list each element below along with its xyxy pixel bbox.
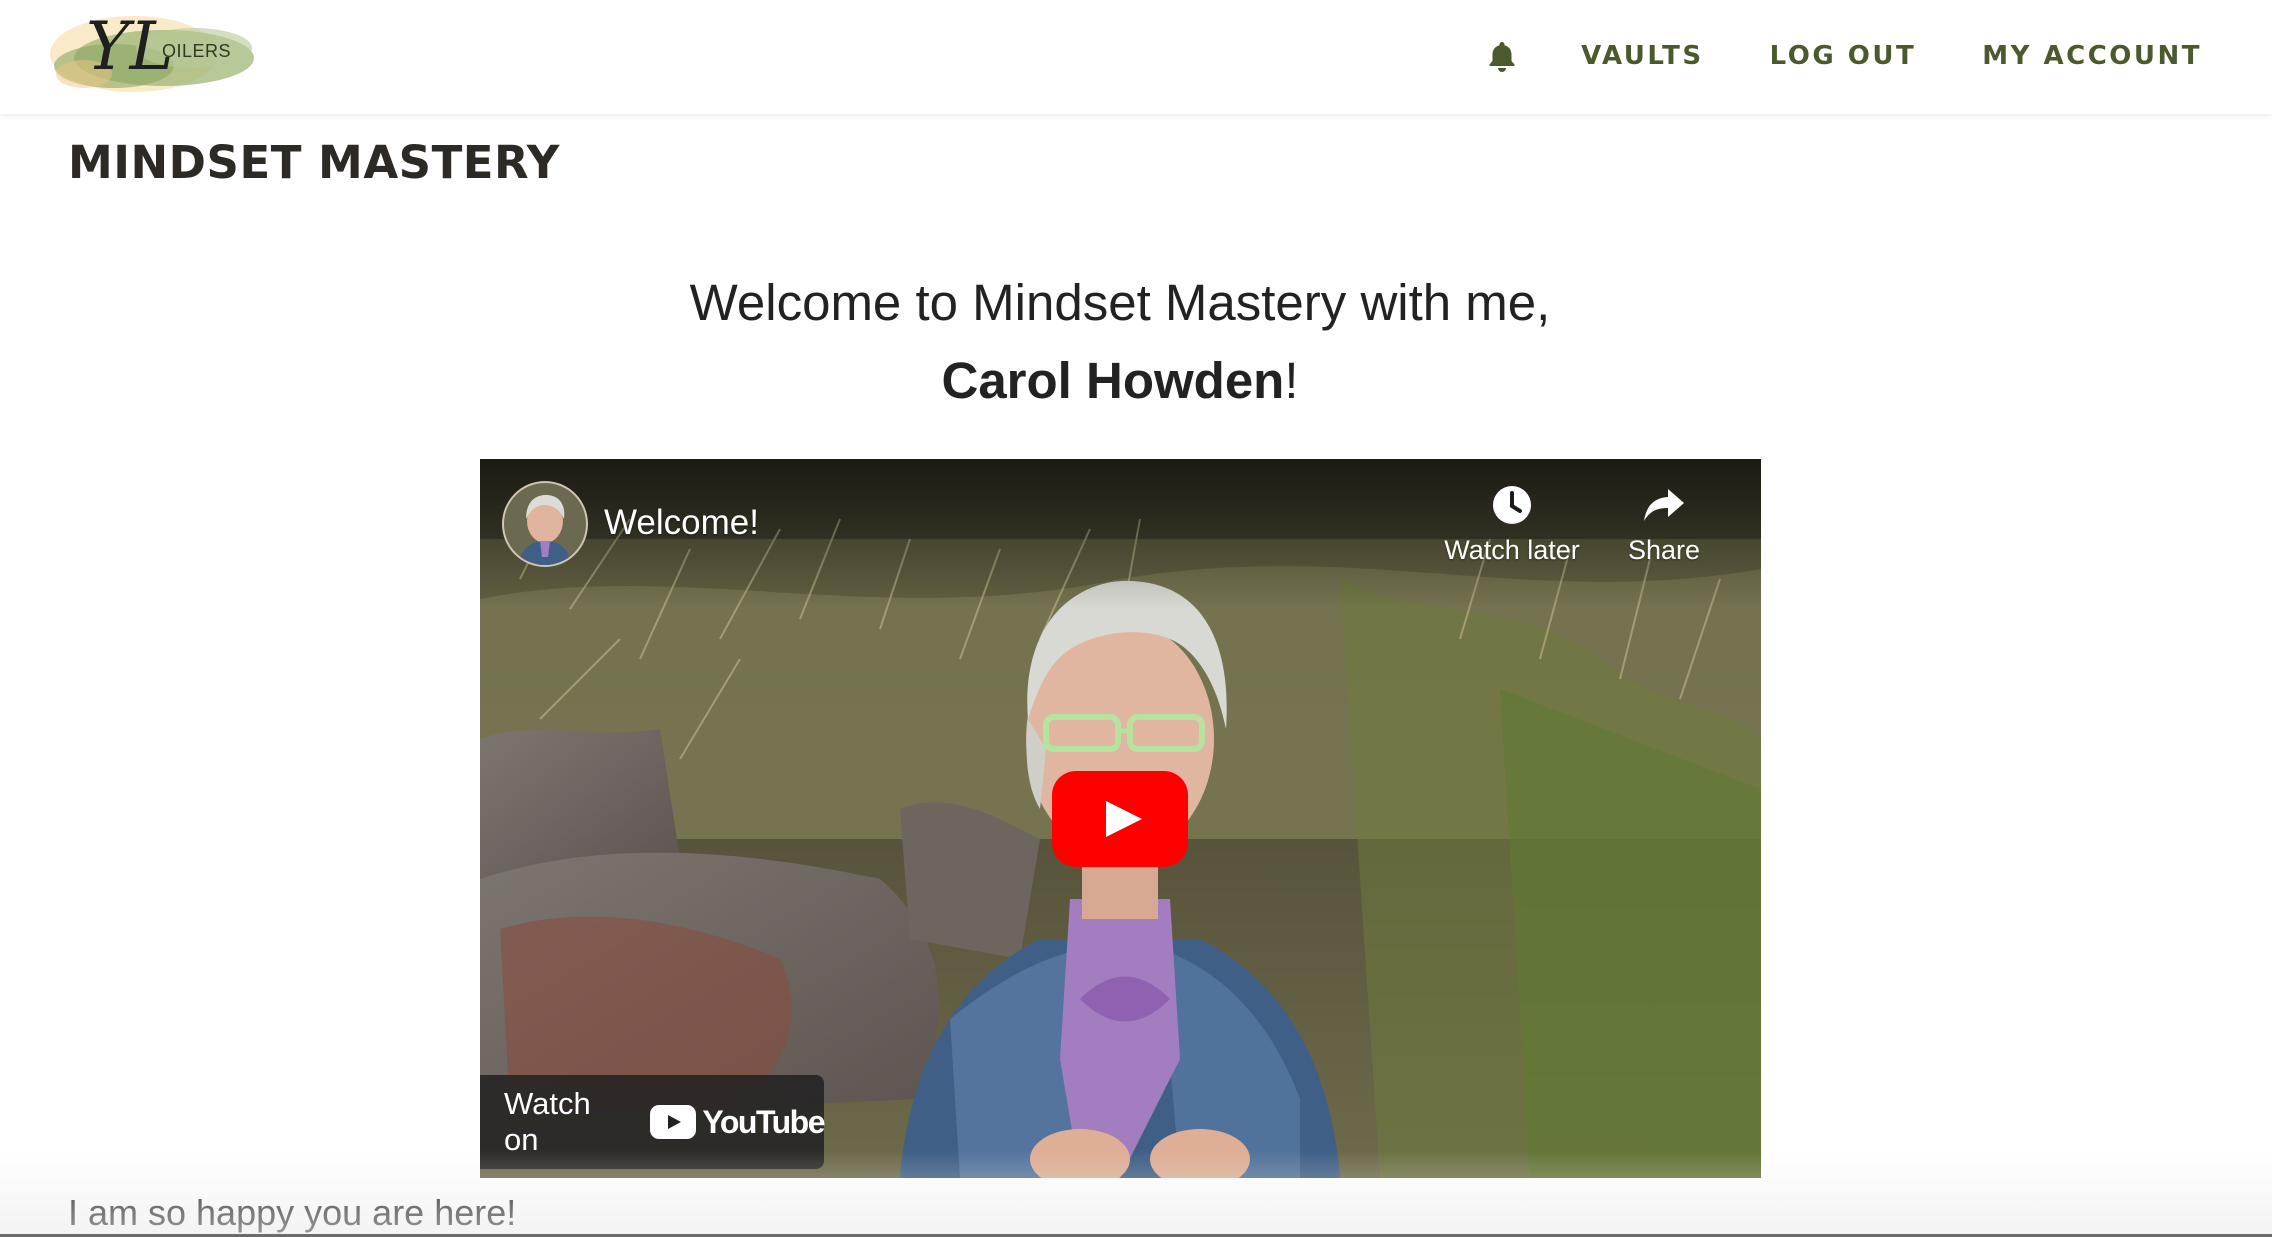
site-logo[interactable]: YL OILERS [44,4,262,108]
welcome-heading: Welcome to Mindset Mastery with me, Caro… [0,264,2240,420]
share-icon [1644,489,1684,521]
nav-vaults[interactable]: VAULTS [1581,41,1704,71]
watch-on-label: Watch on [504,1086,591,1157]
logo-script-text: YL [86,8,174,85]
main-nav: VAULTS LOG OUT MY ACCOUNT [1487,36,2202,76]
watch-later-button[interactable]: Watch later [1432,485,1592,566]
bell-icon[interactable] [1487,40,1517,72]
youtube-logo: YouTube [650,1103,825,1141]
play-button-icon[interactable] [1052,771,1188,867]
share-label: Share [1627,535,1701,565]
intro-paragraph: I am so happy you are here! [68,1192,517,1233]
logo-text: OILERS [162,41,232,61]
author-name: Carol Howden [941,352,1285,409]
channel-avatar[interactable] [502,481,588,567]
nav-my-account[interactable]: MY ACCOUNT [1982,41,2202,71]
video-title[interactable]: Welcome! [604,503,759,543]
youtube-play-icon [650,1105,697,1139]
welcome-suffix: ! [1284,352,1299,409]
welcome-line-2: Carol Howden! [0,342,2240,420]
clock-icon [1493,486,1531,524]
page-title: MINDSET MASTERY [68,136,560,189]
site-header: YL OILERS VAULTS LOG OUT MY ACCOUNT [0,0,2272,114]
youtube-wordmark: YouTube [702,1103,825,1140]
share-button[interactable]: Share [1606,485,1722,566]
watch-later-label: Watch later [1444,535,1580,565]
welcome-line-1: Welcome to Mindset Mastery with me, [689,274,1551,331]
nav-log-out[interactable]: LOG OUT [1770,41,1917,71]
watch-on-youtube-button[interactable]: Watch on YouTube [480,1075,825,1169]
youtube-video-embed[interactable]: Welcome! Watch later Share Watch on YouT… [480,459,1761,1178]
